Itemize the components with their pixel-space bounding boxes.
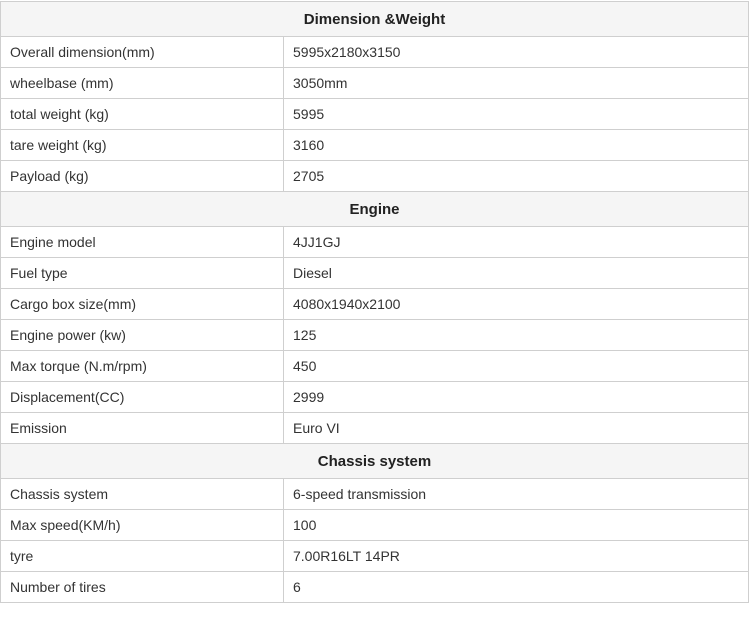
spec-table: Dimension &Weight Overall dimension(mm) … — [0, 1, 749, 603]
table-row: Fuel type Diesel — [0, 257, 749, 289]
section-header-dimension-weight: Dimension &Weight — [0, 1, 749, 37]
spec-value: 5995x2180x3150 — [283, 36, 749, 68]
table-row: Number of tires 6 — [0, 571, 749, 603]
table-row: Chassis system 6-speed transmission — [0, 478, 749, 510]
spec-value: 2705 — [283, 160, 749, 192]
table-row: Engine power (kw) 125 — [0, 319, 749, 351]
table-row: wheelbase (mm) 3050mm — [0, 67, 749, 99]
spec-label: tare weight (kg) — [0, 129, 284, 161]
table-row: total weight (kg) 5995 — [0, 98, 749, 130]
spec-value: 450 — [283, 350, 749, 382]
table-row: Payload (kg) 2705 — [0, 160, 749, 192]
spec-label: Emission — [0, 412, 284, 444]
spec-value: 3160 — [283, 129, 749, 161]
table-row: Max torque (N.m/rpm) 450 — [0, 350, 749, 382]
table-row: tyre 7.00R16LT 14PR — [0, 540, 749, 572]
spec-value: 4JJ1GJ — [283, 226, 749, 258]
spec-label: Displacement(CC) — [0, 381, 284, 413]
spec-label: wheelbase (mm) — [0, 67, 284, 99]
spec-label: Engine model — [0, 226, 284, 258]
spec-value: 6-speed transmission — [283, 478, 749, 510]
spec-value: Euro VI — [283, 412, 749, 444]
section-header-engine: Engine — [0, 191, 749, 227]
table-row: Max speed(KM/h) 100 — [0, 509, 749, 541]
spec-label: Cargo box size(mm) — [0, 288, 284, 320]
table-row: Overall dimension(mm) 5995x2180x3150 — [0, 36, 749, 68]
spec-value: 4080x1940x2100 — [283, 288, 749, 320]
table-row: Engine model 4JJ1GJ — [0, 226, 749, 258]
spec-label: Number of tires — [0, 571, 284, 603]
spec-label: Fuel type — [0, 257, 284, 289]
spec-value: 7.00R16LT 14PR — [283, 540, 749, 572]
spec-label: Max speed(KM/h) — [0, 509, 284, 541]
spec-label: Engine power (kw) — [0, 319, 284, 351]
table-row: Displacement(CC) 2999 — [0, 381, 749, 413]
section-header-chassis-system: Chassis system — [0, 443, 749, 479]
spec-value: 3050mm — [283, 67, 749, 99]
spec-value: Diesel — [283, 257, 749, 289]
spec-label: Payload (kg) — [0, 160, 284, 192]
spec-label: tyre — [0, 540, 284, 572]
spec-value: 2999 — [283, 381, 749, 413]
spec-value: 6 — [283, 571, 749, 603]
section-title: Engine — [0, 191, 749, 227]
spec-value: 5995 — [283, 98, 749, 130]
table-row: tare weight (kg) 3160 — [0, 129, 749, 161]
section-title: Dimension &Weight — [0, 1, 749, 37]
table-row: Cargo box size(mm) 4080x1940x2100 — [0, 288, 749, 320]
spec-label: total weight (kg) — [0, 98, 284, 130]
section-title: Chassis system — [0, 443, 749, 479]
spec-label: Overall dimension(mm) — [0, 36, 284, 68]
spec-label: Max torque (N.m/rpm) — [0, 350, 284, 382]
spec-label: Chassis system — [0, 478, 284, 510]
spec-value: 100 — [283, 509, 749, 541]
table-row: Emission Euro VI — [0, 412, 749, 444]
spec-value: 125 — [283, 319, 749, 351]
